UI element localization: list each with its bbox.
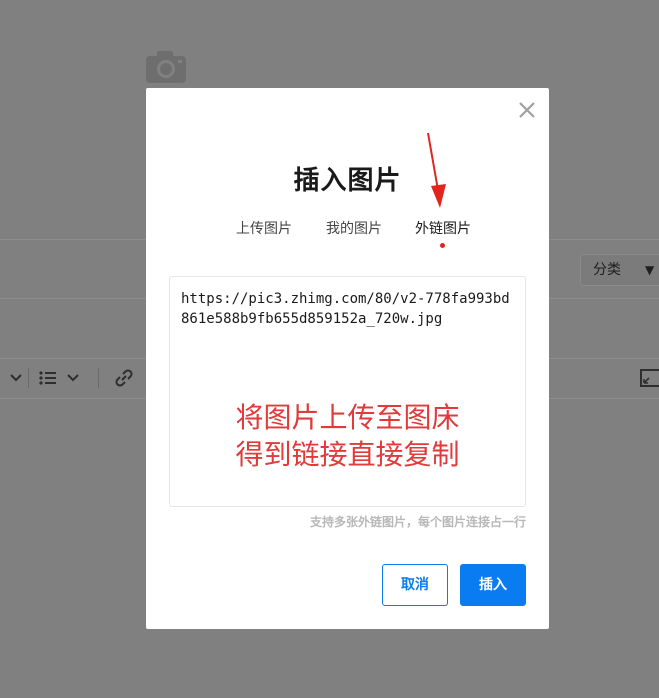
list-icon[interactable]	[34, 364, 62, 392]
tab-my-images[interactable]: 我的图片	[326, 218, 382, 238]
active-tab-indicator	[440, 243, 445, 248]
annotation-text: 将图片上传至图床 得到链接直接复制	[146, 399, 549, 473]
dialog-title: 插入图片	[293, 166, 402, 196]
annotation-line: 得到链接直接复制	[235, 438, 460, 471]
expand-icon[interactable]	[636, 364, 659, 392]
image-source-tabs: 上传图片 我的图片 外链图片	[146, 218, 549, 244]
link-icon[interactable]	[110, 364, 138, 392]
annotation-line: 将图片上传至图床	[235, 401, 460, 434]
chevron-down-icon[interactable]	[60, 364, 88, 392]
url-input-hint: 支持多张外链图片，每个图片连接占一行	[309, 515, 526, 529]
close-icon[interactable]	[517, 100, 537, 120]
insert-button[interactable]: 插入	[460, 564, 526, 606]
toolbar-separator	[98, 368, 99, 388]
insert-image-dialog: 插入图片 上传图片 我的图片 外链图片 https://pic3.zhimg.c…	[146, 88, 549, 629]
tab-external-link-image[interactable]: 外链图片	[415, 218, 471, 238]
cancel-button[interactable]: 取消	[382, 564, 448, 606]
tab-upload-image[interactable]: 上传图片	[236, 218, 292, 238]
category-select[interactable]: 分类 ▼	[580, 254, 659, 286]
category-select-label: 分类	[593, 262, 621, 278]
camera-icon	[146, 51, 186, 83]
caret-down-icon: ▼	[645, 263, 655, 277]
toolbar-separator	[28, 368, 29, 388]
